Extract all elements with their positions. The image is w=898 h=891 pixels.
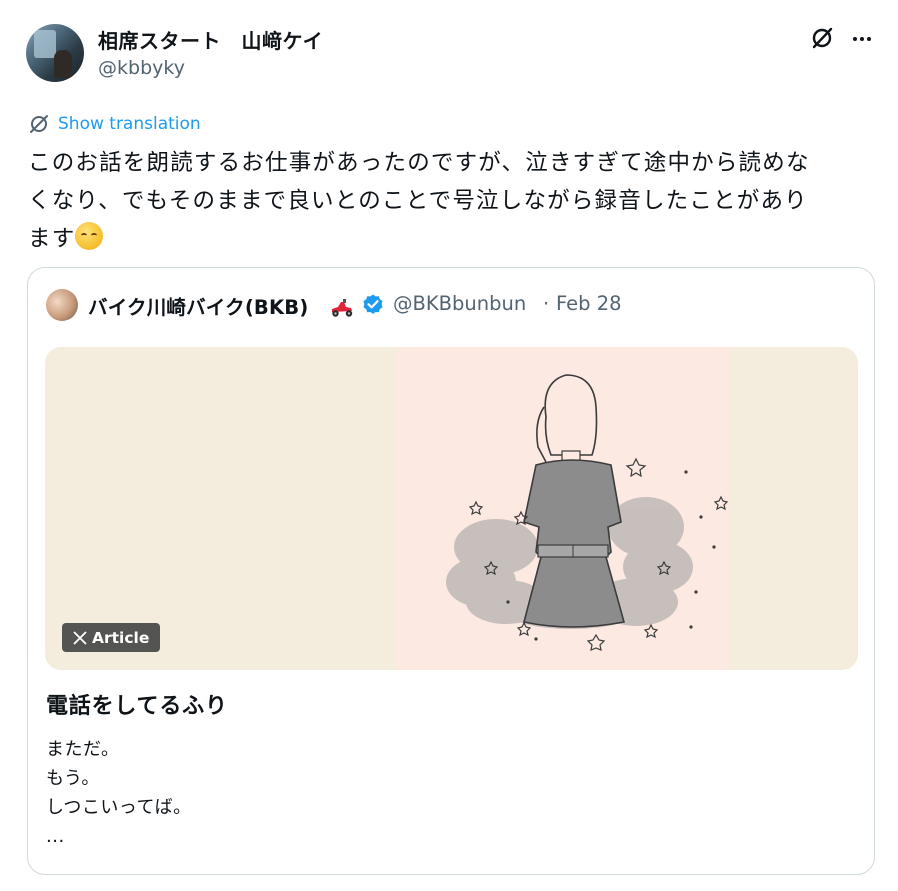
grok-icon[interactable] xyxy=(809,25,835,51)
more-icon[interactable] xyxy=(849,25,875,51)
woman-on-phone-illustration xyxy=(446,374,729,651)
tweet-text: このお話を朗読するお仕事があったのですが、泣きすぎて途中から読めな くなり、でも… xyxy=(28,144,878,258)
avatar-figure xyxy=(54,50,72,78)
article-cover-image[interactable]: Article xyxy=(45,347,858,670)
tweet-text-line: このお話を朗読するお仕事があったのですが、泣きすぎて途中から読めな xyxy=(28,150,810,176)
relieved-face-emoji-icon xyxy=(75,222,104,250)
article-title[interactable]: 電話をしてるふり xyxy=(46,688,228,720)
quoted-author-display-name[interactable]: バイク川崎バイク(BKB) xyxy=(88,291,308,320)
separator-dot: · xyxy=(543,292,550,315)
x-logo-icon xyxy=(73,630,87,645)
article-preview-line: まただ。 xyxy=(46,739,120,760)
scooter-icon xyxy=(332,299,353,317)
tweet: 相席スタート 山﨑ケイ @kbbyky Show translation このお… xyxy=(0,0,898,891)
avatar-window xyxy=(34,30,56,58)
show-translation-link[interactable]: Show translation xyxy=(28,112,201,136)
tweet-text-line-end: ます xyxy=(28,226,76,252)
verified-badge-icon xyxy=(363,294,383,314)
article-preview-line: ... xyxy=(46,826,65,847)
quoted-author-handle[interactable]: @BKBbunbun xyxy=(393,292,526,315)
author-handle[interactable]: @kbbyky xyxy=(98,57,185,79)
article-badge-label: Article xyxy=(92,628,150,647)
article-preview-line: しつこいってば。 xyxy=(46,797,192,818)
show-translation-label: Show translation xyxy=(58,114,201,134)
article-preview-line: もう。 xyxy=(46,768,100,789)
tweet-text-line: ます xyxy=(28,220,878,258)
article-badge: Article xyxy=(62,623,161,652)
avatar[interactable] xyxy=(26,24,84,82)
tweet-text-line: くなり、でもそのままで良いとのことで号泣しながら録音したことがあり xyxy=(28,188,808,214)
article-preview: まただ。 もう。 しつこいってば。 ... xyxy=(46,735,192,851)
translate-icon xyxy=(30,115,48,133)
quoted-author-avatar[interactable] xyxy=(46,289,78,321)
quoted-tweet-date[interactable]: Feb 28 xyxy=(556,292,622,315)
quoted-tweet-card[interactable]: バイク川崎バイク(BKB) @BKBbunbun · Feb 28 Articl… xyxy=(27,267,875,875)
author-display-name[interactable]: 相席スタート 山﨑ケイ xyxy=(98,25,323,54)
